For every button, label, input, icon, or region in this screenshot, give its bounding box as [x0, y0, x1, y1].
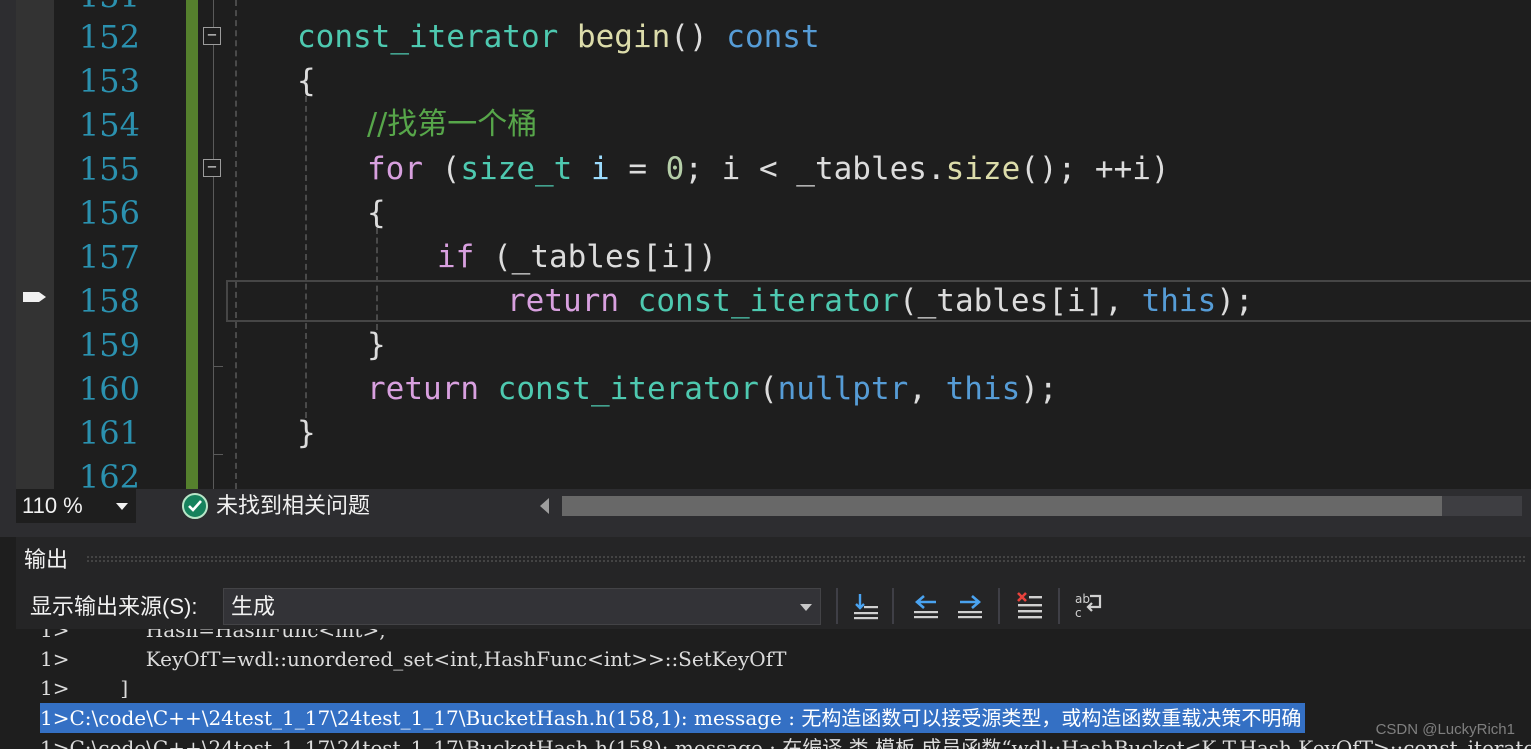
output-line[interactable]: 1> KeyOfT=wdl::unordered_set<int,HashFun…	[40, 644, 786, 674]
change-tracking-bar	[186, 0, 198, 489]
code-line-155[interactable]: for (size_t i = 0; i < _tables.size(); +…	[367, 147, 1170, 191]
outline-end-tick	[213, 454, 223, 455]
line-number: 154	[78, 106, 140, 144]
code-line-154[interactable]: //找第一个桶	[367, 103, 537, 147]
editor-status-bar: 110 % 未找到相关问题	[0, 489, 1531, 523]
zoom-dropdown[interactable]: 110 %	[16, 489, 136, 523]
scroll-left-icon[interactable]	[540, 498, 549, 514]
code-line-152[interactable]: const_iterator begin() const	[297, 15, 820, 59]
line-number: 152	[78, 18, 140, 56]
code-line-153[interactable]: {	[297, 59, 316, 103]
code-line-157[interactable]: if (_tables[i])	[437, 235, 717, 279]
line-number: 161	[78, 414, 140, 452]
indent-guide	[235, 0, 237, 489]
code-editor[interactable]: 151 152 153 154 155 156 157 158 159 160 …	[0, 0, 1531, 489]
clear-all-icon[interactable]	[1014, 590, 1046, 622]
line-number: 162	[78, 458, 140, 489]
toolbar-separator	[836, 588, 838, 624]
line-number: 160	[78, 370, 140, 408]
code-line-161[interactable]: }	[297, 411, 316, 455]
output-line[interactable]: 1> ]	[40, 673, 128, 703]
output-text-area[interactable]: 1> Hash=HashFunc<int>, 1> KeyOfT=wdl::un…	[16, 629, 1531, 749]
chevron-down-icon	[800, 604, 812, 611]
panel-splitter[interactable]	[0, 523, 1531, 537]
collapse-icon[interactable]: −	[203, 27, 221, 45]
editor-left-margin	[0, 0, 16, 489]
line-number: 153	[78, 62, 140, 100]
code-line-156[interactable]: {	[367, 191, 386, 235]
horizontal-scrollbar[interactable]	[562, 496, 1522, 516]
collapse-icon[interactable]: −	[203, 159, 221, 177]
chevron-down-icon	[116, 503, 128, 510]
outline-end-tick	[213, 366, 223, 367]
watermark: CSDN @LuckyRich1	[1375, 721, 1515, 738]
go-to-error-icon[interactable]	[850, 590, 882, 622]
toggle-word-wrap-icon[interactable]: ab c	[1074, 590, 1106, 622]
output-source-label: 显示输出来源(S):	[30, 594, 198, 619]
output-line[interactable]: 1> Hash=HashFunc<int>,	[40, 629, 386, 645]
line-number-gutter: 151 152 153 154 155 156 157 158 159 160 …	[54, 0, 186, 489]
breakpoint-margin[interactable]	[16, 0, 54, 489]
line-number: 159	[78, 326, 140, 364]
output-panel-title: 输出	[24, 547, 69, 572]
indent-guide	[305, 96, 307, 418]
toolbar-separator	[1058, 588, 1060, 624]
issues-status[interactable]: 未找到相关问题	[216, 489, 370, 523]
line-number: 155	[78, 150, 140, 188]
svg-text:ab: ab	[1075, 592, 1090, 606]
code-line-158[interactable]: return const_iterator(_tables[i], this);	[507, 279, 1254, 323]
code-line-160[interactable]: return const_iterator(nullptr, this);	[367, 367, 1058, 411]
zoom-value: 110 %	[22, 493, 83, 518]
code-line-159[interactable]: }	[367, 323, 386, 367]
output-panel: 输出 显示输出来源(S): 生成 ab c 1> Hash=HashFunc<i…	[16, 537, 1531, 749]
outline-guide	[213, 0, 214, 489]
current-statement-arrow-icon	[23, 292, 46, 302]
line-number: 158	[78, 282, 140, 320]
line-number: 157	[78, 238, 140, 276]
scrollbar-thumb[interactable]	[562, 496, 1442, 516]
line-number: 156	[78, 194, 140, 232]
output-line-selected[interactable]: 1>C:\code\C++\24test_1_17\24test_1_17\Bu…	[40, 703, 1306, 733]
panel-drag-grip[interactable]	[86, 555, 1527, 563]
next-message-icon[interactable]	[954, 590, 986, 622]
svg-text:c: c	[1075, 606, 1082, 620]
toolbar-separator	[892, 588, 894, 624]
output-source-dropdown[interactable]: 生成	[223, 588, 821, 625]
previous-message-icon[interactable]	[910, 590, 942, 622]
output-source-value: 生成	[231, 594, 276, 619]
output-line[interactable]: 1>C:\code\C++\24test_1_17\24test_1_17\Bu…	[40, 733, 1531, 749]
toolbar-separator	[998, 588, 1000, 624]
check-circle-icon[interactable]	[182, 493, 208, 519]
